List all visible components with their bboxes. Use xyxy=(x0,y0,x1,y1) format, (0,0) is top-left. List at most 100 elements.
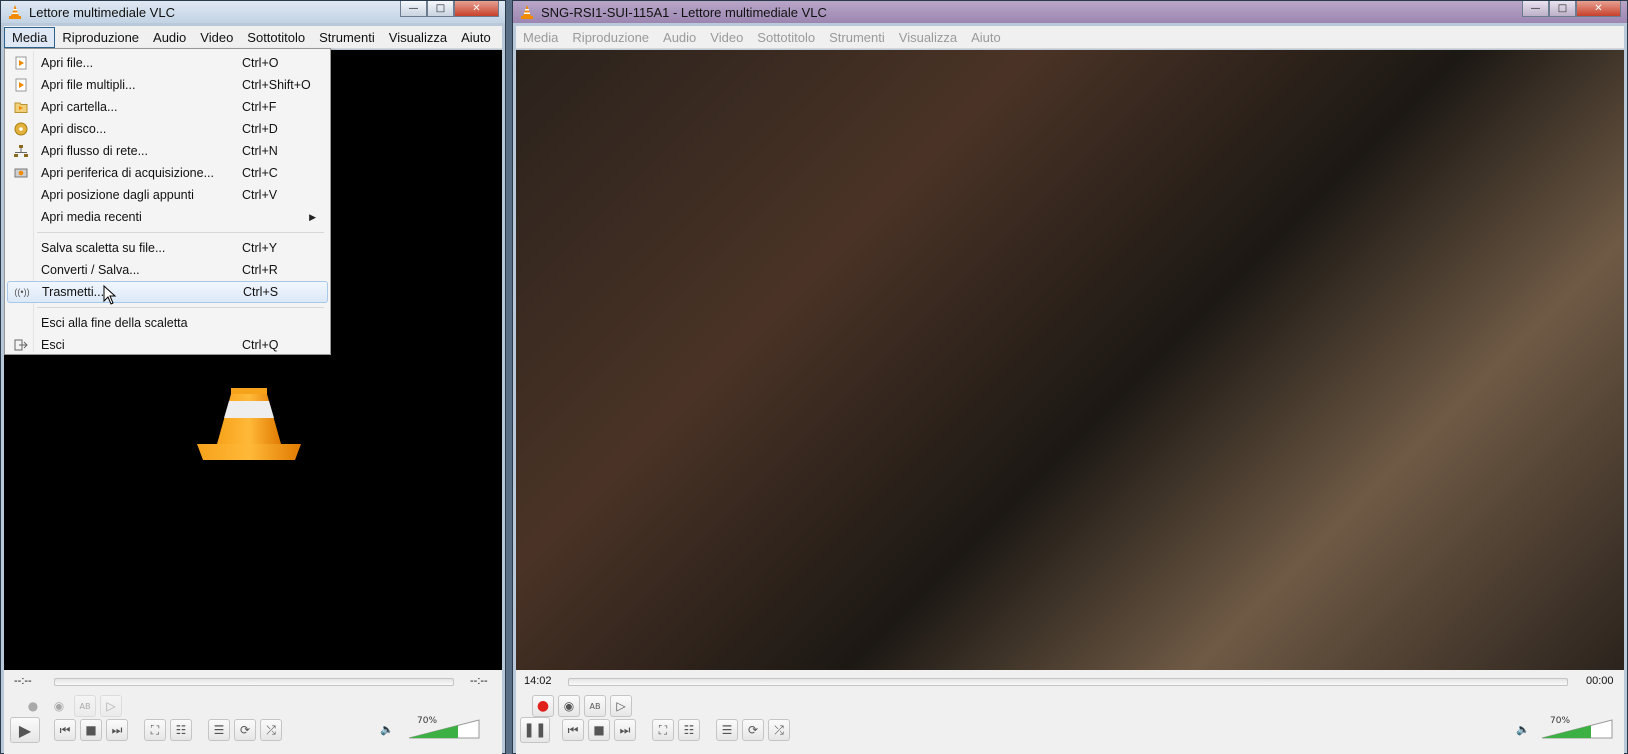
volume-label: 70% xyxy=(1550,716,1571,726)
snapshot-button[interactable]: ◉ xyxy=(48,695,70,717)
record-button[interactable]: ● xyxy=(22,695,44,717)
menu-item-esci-fine-scaletta[interactable]: Esci alla fine della scaletta xyxy=(7,312,328,334)
menu-aiuto[interactable]: Aiuto xyxy=(964,27,1008,48)
playlist-icon: ☰ xyxy=(721,723,733,737)
menu-separator xyxy=(7,228,328,237)
menu-audio[interactable]: Audio xyxy=(656,27,703,48)
menu-item-apri-file-multipli[interactable]: Apri file multipli... Ctrl+Shift+O xyxy=(7,74,328,96)
minimize-button[interactable]: — xyxy=(1522,1,1549,17)
next-icon: ⏭ xyxy=(619,722,631,737)
minimize-button[interactable]: — xyxy=(400,1,427,17)
stop-icon: ■ xyxy=(593,723,605,737)
fullscreen-icon: ⛶ xyxy=(150,722,160,737)
loop-button[interactable]: ⟳ xyxy=(742,719,764,741)
playlist-button[interactable]: ☰ xyxy=(208,719,230,741)
menu-media[interactable]: Media xyxy=(516,27,565,48)
menu-bar: Media Riproduzione Audio Video Sottotito… xyxy=(516,26,1624,49)
menu-visualizza[interactable]: Visualizza xyxy=(382,27,454,48)
menu-sottotitolo[interactable]: Sottotitolo xyxy=(240,27,312,48)
speaker-icon: 🔈 xyxy=(1516,722,1530,736)
menu-item-apri-periferica-di-acquisizione[interactable]: Apri periferica di acquisizione... Ctrl+… xyxy=(7,162,328,184)
video-area[interactable] xyxy=(516,50,1624,670)
menu-separator xyxy=(7,303,328,312)
previous-icon: ⏮ xyxy=(59,722,71,737)
files-icon xyxy=(13,77,29,93)
menu-item-apri-posizione-dagli-appunti[interactable]: Apri posizione dagli appunti Ctrl+V xyxy=(7,184,328,206)
menu-sottotitolo[interactable]: Sottotitolo xyxy=(750,27,822,48)
menu-video[interactable]: Video xyxy=(193,27,240,48)
disc-icon xyxy=(13,121,29,137)
menu-item-apri-cartella[interactable]: Apri cartella... Ctrl+F xyxy=(7,96,328,118)
playlist-button[interactable]: ☰ xyxy=(716,719,738,741)
play-button[interactable]: ▶ xyxy=(10,717,40,743)
file-icon xyxy=(13,55,29,71)
loop-ab-button[interactable]: AB xyxy=(74,695,96,717)
menu-riproduzione[interactable]: Riproduzione xyxy=(565,27,656,48)
mute-button[interactable]: 🔈 xyxy=(380,722,394,736)
vlc-cone-icon xyxy=(197,388,301,460)
volume-label: 70% xyxy=(417,716,438,726)
menu-item-salva-scaletta[interactable]: Salva scaletta su file... Ctrl+Y xyxy=(7,237,328,259)
pause-icon: ❚❚ xyxy=(523,722,547,738)
menu-audio[interactable]: Audio xyxy=(146,27,193,48)
title-bar[interactable]: SNG-RSI1-SUI-115A1 - Lettore multimedial… xyxy=(513,1,1627,23)
vlc-logo-icon xyxy=(521,5,533,19)
extended-settings-button[interactable]: ☷ xyxy=(170,719,192,741)
maximize-button[interactable]: □ xyxy=(1549,1,1576,17)
extended-settings-button[interactable]: ☷ xyxy=(678,719,700,741)
seek-bar[interactable] xyxy=(568,678,1568,686)
next-button[interactable]: ⏭ xyxy=(614,719,636,741)
capture-icon xyxy=(13,165,29,181)
next-button[interactable]: ⏭ xyxy=(106,719,128,741)
media-dropdown-menu: Apri file... Ctrl+O Apri file multipli..… xyxy=(4,48,331,355)
control-panel: 14:02 00:00 ● ◉ AB ▷ ❚❚ ⏮ ■ ⏭ ⛶ ☷ ☰ ⟳ ⤮ … xyxy=(516,670,1624,754)
menu-media[interactable]: Media xyxy=(4,26,56,48)
record-button[interactable]: ● xyxy=(532,695,554,717)
menu-visualizza[interactable]: Visualizza xyxy=(892,27,964,48)
record-icon: ● xyxy=(27,699,39,713)
maximize-button[interactable]: □ xyxy=(427,1,454,17)
total-time: 00:00 xyxy=(1586,675,1614,687)
loop-button[interactable]: ⟳ xyxy=(234,719,256,741)
volume-slider[interactable]: 70% xyxy=(1540,716,1614,740)
menu-strumenti[interactable]: Strumenti xyxy=(822,27,892,48)
menu-riproduzione[interactable]: Riproduzione xyxy=(55,27,146,48)
snapshot-button[interactable]: ◉ xyxy=(558,695,580,717)
pause-button[interactable]: ❚❚ xyxy=(520,717,550,743)
volume-slider[interactable]: 70% xyxy=(407,716,481,740)
vlc-window-right: SNG-RSI1-SUI-115A1 - Lettore multimedial… xyxy=(512,0,1628,754)
menu-strumenti[interactable]: Strumenti xyxy=(312,27,382,48)
frame-step-button[interactable]: ▷ xyxy=(100,695,122,717)
fullscreen-button[interactable]: ⛶ xyxy=(144,719,166,741)
menu-item-apri-media-recenti[interactable]: Apri media recenti ▶ xyxy=(7,206,328,228)
vlc-logo-icon xyxy=(9,5,21,19)
frame-step-button[interactable]: ▷ xyxy=(610,695,632,717)
title-bar[interactable]: Lettore multimediale VLC — □ ✕ xyxy=(1,1,505,23)
exit-icon xyxy=(13,337,29,353)
menu-video[interactable]: Video xyxy=(703,27,750,48)
shuffle-button[interactable]: ⤮ xyxy=(768,719,790,741)
menu-bar: Media Riproduzione Audio Video Sottotito… xyxy=(4,26,502,49)
seek-bar[interactable] xyxy=(54,678,454,686)
menu-item-apri-flusso-di-rete[interactable]: Apri flusso di rete... Ctrl+N xyxy=(7,140,328,162)
fullscreen-button[interactable]: ⛶ xyxy=(652,719,674,741)
loop-ab-button[interactable]: AB xyxy=(584,695,606,717)
mute-button[interactable]: 🔈 xyxy=(1516,722,1530,736)
shuffle-button[interactable]: ⤮ xyxy=(260,719,282,741)
stop-button[interactable]: ■ xyxy=(588,719,610,741)
previous-button[interactable]: ⏮ xyxy=(54,719,76,741)
close-button[interactable]: ✕ xyxy=(1576,1,1621,17)
menu-aiuto[interactable]: Aiuto xyxy=(454,27,498,48)
shuffle-icon: ⤮ xyxy=(774,722,784,737)
close-button[interactable]: ✕ xyxy=(454,1,499,17)
menu-item-esci[interactable]: Esci Ctrl+Q xyxy=(7,334,328,356)
stop-button[interactable]: ■ xyxy=(80,719,102,741)
menu-item-converti-salva[interactable]: Converti / Salva... Ctrl+R xyxy=(7,259,328,281)
menu-item-apri-file[interactable]: Apri file... Ctrl+O xyxy=(7,52,328,74)
menu-item-trasmetti[interactable]: ((•)) Trasmetti... Ctrl+S xyxy=(7,281,328,303)
network-icon xyxy=(13,143,29,159)
previous-button[interactable]: ⏮ xyxy=(562,719,584,741)
frame-step-icon: ▷ xyxy=(616,699,626,713)
control-panel: --:-- --:-- ● ◉ AB ▷ ▶ ⏮ ■ ⏭ ⛶ ☷ ☰ ⟳ ⤮ 🔈… xyxy=(4,670,502,754)
menu-item-apri-disco[interactable]: Apri disco... Ctrl+D xyxy=(7,118,328,140)
